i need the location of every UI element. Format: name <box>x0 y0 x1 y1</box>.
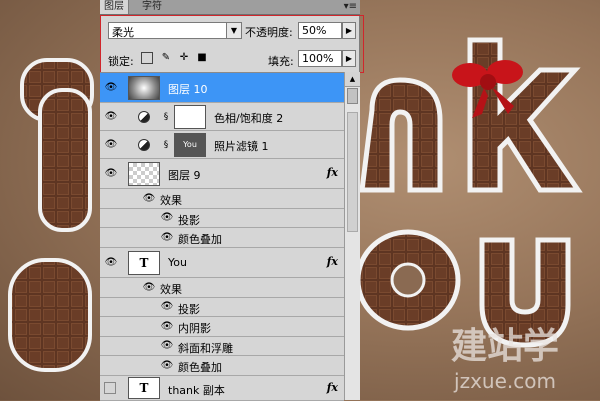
effect-row-bevel-emboss[interactable]: 👁 斜面和浮雕 <box>100 337 344 356</box>
effect-row-color-overlay[interactable]: 👁 颜色叠加 <box>100 228 344 248</box>
eye-icon[interactable]: 👁 <box>104 111 118 123</box>
blend-mode-value: 柔光 <box>112 26 134 39</box>
effect-name: 颜色叠加 <box>178 233 222 246</box>
text-layer-thumbnail: T <box>128 377 160 399</box>
blend-mode-select[interactable]: 柔光 ▼ <box>108 22 242 39</box>
effect-name: 斜面和浮雕 <box>178 342 233 355</box>
effect-name: 效果 <box>160 283 182 296</box>
effect-row-drop-shadow[interactable]: 👁 投影 <box>100 298 344 317</box>
eye-icon[interactable]: 👁 <box>160 301 174 313</box>
layer-row-layer9[interactable]: 👁 图层 9 fx <box>100 159 344 189</box>
scroll-thumb[interactable] <box>347 88 358 104</box>
effects-row[interactable]: 👁 效果 <box>100 278 344 298</box>
letter-n <box>359 77 443 193</box>
text-layer-thumbnail: T <box>128 251 160 275</box>
layer-name: 图层 9 <box>168 169 201 182</box>
fx-icon[interactable]: fx <box>327 381 338 394</box>
layer-row-thank-copy[interactable]: T thank 副本 fx <box>100 376 344 401</box>
layer-name: thank 副本 <box>168 384 225 397</box>
mask-thumbnail: You <box>174 133 206 157</box>
eye-icon[interactable]: 👁 <box>160 340 174 352</box>
scroll-track[interactable] <box>347 112 358 232</box>
tab-character[interactable]: 字符 <box>138 0 166 14</box>
effect-name: 颜色叠加 <box>178 361 222 374</box>
mask-thumbnail <box>174 105 206 129</box>
letter-k <box>467 37 583 193</box>
opacity-slider-arrow-icon[interactable]: ▶ <box>342 22 356 39</box>
watermark-title: 建站学 <box>451 325 559 367</box>
eye-icon[interactable]: 👁 <box>160 232 174 244</box>
watermark-url: jzxue.com <box>453 369 556 393</box>
fill-field[interactable]: 100% <box>298 50 342 67</box>
eye-icon[interactable]: 👁 <box>160 212 174 224</box>
layer-name: 照片滤镜 1 <box>214 140 269 153</box>
eye-icon[interactable]: 👁 <box>104 257 118 269</box>
eye-icon[interactable]: 👁 <box>104 168 118 180</box>
opacity-field[interactable]: 50% <box>298 22 342 39</box>
eye-icon[interactable]: 👁 <box>160 360 174 372</box>
layer-thumbnail <box>128 76 160 100</box>
chevron-down-icon[interactable]: ▼ <box>226 23 241 38</box>
letter-shape <box>8 258 92 372</box>
visibility-toggle[interactable] <box>104 382 116 394</box>
lock-brush-icon[interactable]: ✎ <box>160 52 172 64</box>
effect-name: 投影 <box>178 214 200 227</box>
effect-row-inner-shadow[interactable]: 👁 内阴影 <box>100 317 344 337</box>
layer-row-hue-saturation[interactable]: 👁 § 色相/饱和度 2 <box>100 103 344 131</box>
panel-menu-icon[interactable]: ▾≡ <box>344 0 357 14</box>
layers-scrollbar[interactable]: ▲ <box>344 72 360 400</box>
layer-name: You <box>168 256 187 269</box>
lock-move-icon[interactable]: ✛ <box>178 52 190 64</box>
scroll-up-icon[interactable]: ▲ <box>345 72 360 87</box>
lock-label: 锁定: <box>108 55 134 68</box>
link-icon: § <box>163 112 169 122</box>
effect-name: 投影 <box>178 303 200 316</box>
letter-shape <box>38 88 92 232</box>
effect-row-color-overlay[interactable]: 👁 颜色叠加 <box>100 356 344 376</box>
adjustment-layer-icon <box>138 139 150 151</box>
link-icon: § <box>163 140 169 150</box>
eye-icon[interactable]: 👁 <box>142 193 156 205</box>
fx-icon[interactable]: fx <box>327 166 338 179</box>
layer-thumbnail <box>128 162 160 186</box>
effect-name: 内阴影 <box>178 322 211 335</box>
lock-transparent-icon[interactable] <box>141 52 153 64</box>
layers-list: 👁 图层 10 👁 § 色相/饱和度 2 👁 § You 照片滤镜 1 👁 图层… <box>100 72 344 401</box>
layer-name: 图层 10 <box>168 83 208 96</box>
eye-icon[interactable]: 👁 <box>104 139 118 151</box>
layer-row-photo-filter[interactable]: 👁 § You 照片滤镜 1 <box>100 131 344 159</box>
eye-icon[interactable]: 👁 <box>142 282 156 294</box>
opacity-label: 不透明度: <box>245 26 293 39</box>
layer-row-layer10[interactable]: 👁 图层 10 <box>100 73 344 103</box>
effect-name: 效果 <box>160 194 182 207</box>
effects-row[interactable]: 👁 效果 <box>100 189 344 209</box>
adjustment-layer-icon <box>138 111 150 123</box>
panel-tabs: 图层 字符 ▾≡ <box>100 0 360 15</box>
lock-all-icon[interactable]: ■ <box>196 52 208 64</box>
fill-label: 填充: <box>268 55 294 68</box>
eye-icon[interactable]: 👁 <box>104 82 118 94</box>
eye-icon[interactable]: 👁 <box>160 321 174 333</box>
effect-row-drop-shadow[interactable]: 👁 投影 <box>100 209 344 228</box>
tab-layers[interactable]: 图层 <box>100 0 129 14</box>
layer-row-you[interactable]: 👁 T You fx <box>100 248 344 278</box>
layer-name: 色相/饱和度 2 <box>214 112 284 125</box>
fill-slider-arrow-icon[interactable]: ▶ <box>342 50 356 67</box>
fx-icon[interactable]: fx <box>327 255 338 268</box>
